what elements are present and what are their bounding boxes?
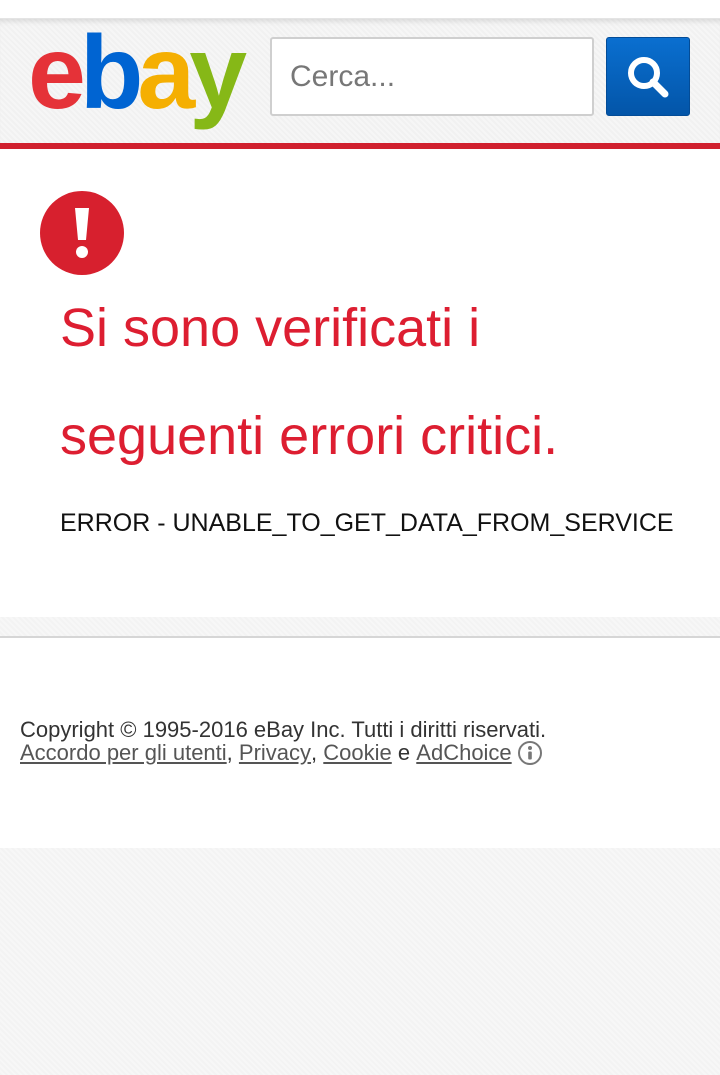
adchoice-link[interactable]: AdChoice [416, 741, 511, 765]
error-code: ERROR - UNABLE_TO_GET_DATA_FROM_SERVICE [60, 509, 674, 537]
privacy-link[interactable]: Privacy [239, 741, 311, 765]
search-button[interactable] [606, 37, 690, 116]
footer: Copyright © 1995-2016 eBay Inc. Tutti i … [0, 638, 720, 848]
logo-letter-a: a [137, 15, 195, 131]
conjunction-text: e [397, 740, 411, 765]
search-icon [628, 56, 669, 97]
search-input[interactable] [270, 37, 594, 116]
error-panel: Si sono verificati i seguenti errori cri… [0, 149, 720, 617]
logo-letter-y: y [189, 15, 247, 131]
copyright-text: Copyright © 1995-2016 eBay Inc. Tutti i … [20, 717, 547, 742]
header: e b a y [0, 18, 720, 144]
info-icon[interactable] [517, 741, 542, 765]
logo-letter-e: e [28, 15, 86, 131]
ebay-logo[interactable]: e b a y [28, 15, 247, 131]
user-agreement-link[interactable]: Accordo per gli utenti [20, 741, 227, 765]
separator: , [226, 740, 233, 765]
exclamation-icon [40, 191, 124, 275]
logo-letter-b: b [79, 15, 143, 131]
separator: , [311, 740, 318, 765]
cookie-link[interactable]: Cookie [323, 741, 391, 765]
footer-links: Accordo per gli utenti, Privacy, Cookie … [20, 741, 710, 765]
page: e b a y Si sono verificati i seguenti er… [0, 0, 720, 1075]
error-title: Si sono verificati i seguenti errori cri… [60, 298, 559, 466]
